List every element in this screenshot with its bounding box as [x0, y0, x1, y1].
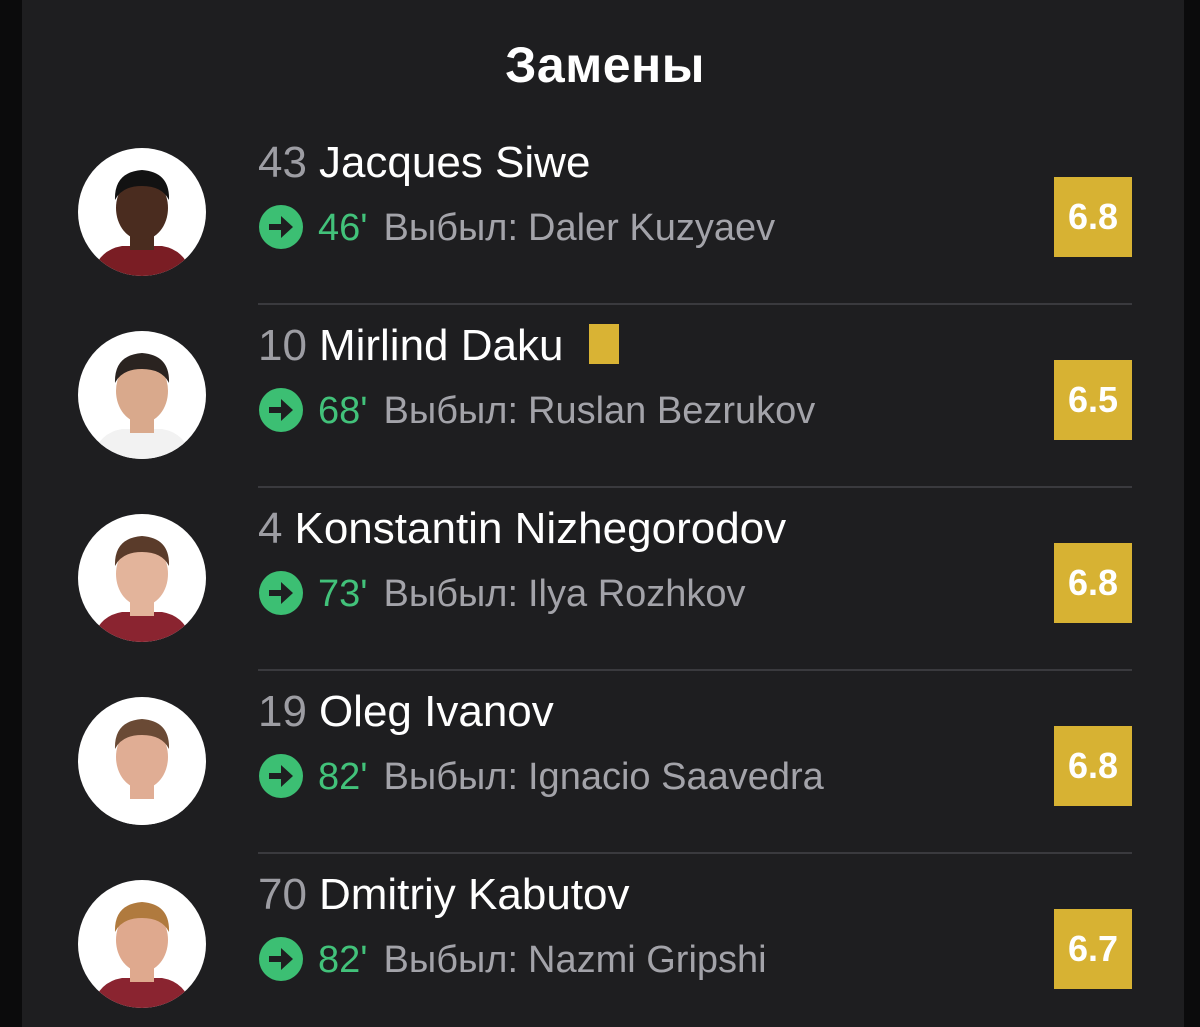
player-photo-icon — [92, 902, 192, 1008]
sub-in-arrow-icon — [259, 204, 303, 249]
player-name-line: 10 Mirlind Daku — [258, 315, 620, 377]
player-rating-badge: 6.7 — [1054, 909, 1132, 989]
sub-minute: 82' — [318, 756, 368, 798]
player-name[interactable]: Konstantin Nizhegorodov — [294, 504, 786, 553]
sub-out-player[interactable]: Daler Kuzyaev — [528, 207, 775, 249]
sub-minute: 82' — [318, 939, 368, 981]
sub-in-arrow-icon — [259, 936, 303, 981]
substitution-info: 68' Выбыл: Ruslan Bezrukov — [258, 381, 815, 441]
section-title: Замены — [505, 37, 705, 93]
row-divider — [258, 303, 1132, 305]
player-avatar[interactable] — [78, 880, 206, 1008]
substitution-info: 73' Выбыл: Ilya Rozhkov — [258, 564, 746, 624]
sub-minute: 68' — [318, 390, 368, 432]
sub-in-arrow-icon — [259, 753, 303, 798]
sub-out-label: Выбыл: — [383, 573, 518, 615]
substitution-info: 82' Выбыл: Nazmi Gripshi — [258, 930, 767, 990]
player-avatar[interactable] — [78, 331, 206, 459]
substitution-row[interactable]: 10 Mirlind Daku 68' Выбыл: Ruslan Bezrukov … — [0, 303, 1200, 487]
sub-in-arrow-icon — [259, 570, 303, 615]
sub-out-player[interactable]: Ignacio Saavedra — [528, 756, 824, 798]
substitution-row[interactable]: 70 Dmitriy Kabutov 82' Выбыл: Nazmi Gripshi… — [0, 852, 1200, 1027]
sub-out-label: Выбыл: — [383, 756, 518, 798]
player-name[interactable]: Oleg Ivanov — [319, 687, 554, 736]
player-number: 10 — [258, 321, 307, 370]
player-photo-icon — [92, 536, 192, 642]
player-avatar[interactable] — [78, 148, 206, 276]
player-name-line: 4 Konstantin Nizhegorodov — [258, 498, 786, 560]
yellow-card-icon — [589, 324, 620, 365]
sub-minute: 46' — [318, 207, 368, 249]
player-rating-badge: 6.5 — [1054, 360, 1132, 440]
sub-out-label: Выбыл: — [383, 207, 518, 249]
player-name[interactable]: Dmitriy Kabutov — [319, 870, 630, 919]
player-avatar[interactable] — [78, 697, 206, 825]
player-name[interactable]: Mirlind Daku — [319, 321, 564, 370]
sub-out-label: Выбыл: — [383, 390, 518, 432]
player-name-line: 19 Oleg Ivanov — [258, 681, 554, 743]
sub-minute: 73' — [318, 573, 368, 615]
row-divider — [258, 852, 1132, 854]
substitution-row[interactable]: 4 Konstantin Nizhegorodov 73' Выбыл: Ilya R… — [0, 486, 1200, 670]
player-number: 19 — [258, 687, 307, 736]
sub-out-player[interactable]: Ilya Rozhkov — [528, 573, 746, 615]
player-photo-icon — [92, 170, 192, 276]
player-name-line: 70 Dmitriy Kabutov — [258, 864, 630, 926]
substitution-row[interactable]: 43 Jacques Siwe 46' Выбыл: Daler Kuzyaev 6.… — [0, 120, 1200, 304]
player-photo-icon — [92, 353, 192, 459]
sub-out-label: Выбыл: — [383, 939, 518, 981]
substitution-info: 46' Выбыл: Daler Kuzyaev — [258, 198, 775, 258]
player-number: 43 — [258, 138, 307, 187]
player-rating-badge: 6.8 — [1054, 726, 1132, 806]
row-divider — [258, 486, 1132, 488]
player-number: 70 — [258, 870, 307, 919]
player-avatar[interactable] — [78, 514, 206, 642]
sub-out-player[interactable]: Nazmi Gripshi — [528, 939, 767, 981]
player-name-line: 43 Jacques Siwe — [258, 132, 590, 194]
row-divider — [258, 669, 1132, 671]
player-rating-badge: 6.8 — [1054, 177, 1132, 257]
sub-out-player[interactable]: Ruslan Bezrukov — [528, 390, 815, 432]
player-number: 4 — [258, 504, 283, 553]
player-rating-badge: 6.8 — [1054, 543, 1132, 623]
substitution-info: 82' Выбыл: Ignacio Saavedra — [258, 747, 824, 807]
player-photo-icon — [92, 719, 192, 825]
substitution-row[interactable]: 19 Oleg Ivanov 82' Выбыл: Ignacio Saavedra … — [0, 669, 1200, 853]
sub-in-arrow-icon — [259, 387, 303, 432]
player-name[interactable]: Jacques Siwe — [319, 138, 590, 187]
